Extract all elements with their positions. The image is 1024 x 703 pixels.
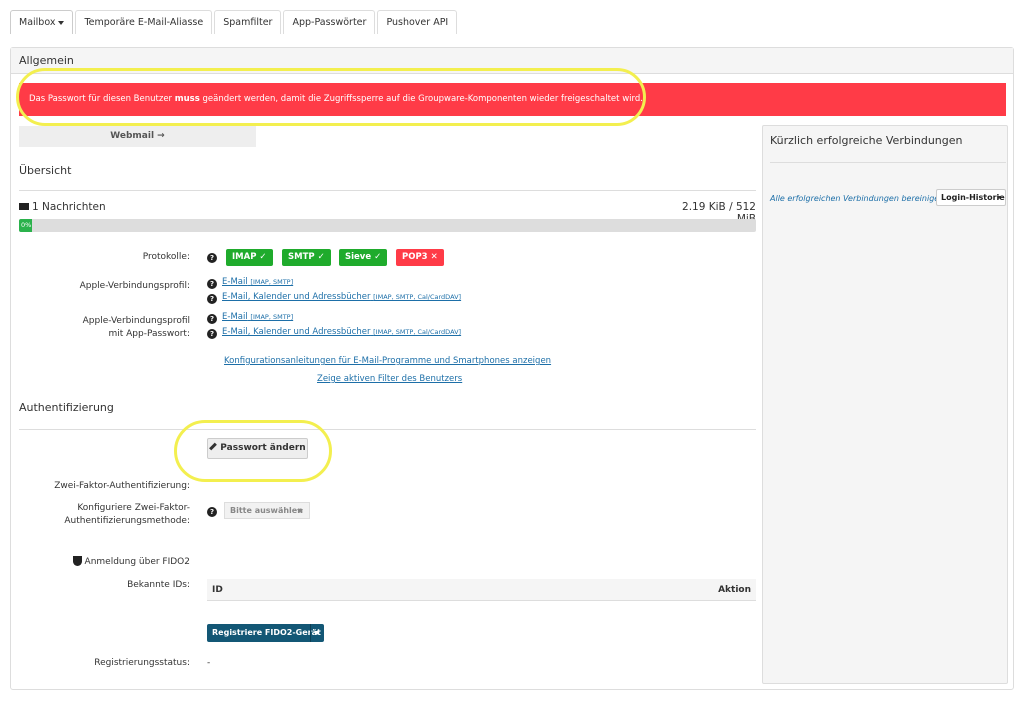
active-filter-link[interactable]: Zeige aktiven Filter des Benutzers: [317, 374, 462, 384]
apple-app-profile-label: Apple-Verbindungsprofil mit App-Passwort:: [83, 315, 190, 341]
help-icon[interactable]: ?: [207, 279, 217, 289]
auth-divider: [19, 429, 756, 430]
tab-app-passwords[interactable]: App-Passwörter: [283, 10, 376, 34]
check-icon: ✓: [259, 252, 267, 262]
twofa-config-label: Konfiguriere Zwei-Faktor- Authentifizieru…: [64, 502, 190, 528]
sidebar-title: Kürzlich erfolgreiche Verbindungen: [770, 134, 963, 147]
chevron-down-icon: [58, 20, 65, 25]
help-icon[interactable]: ?: [207, 294, 217, 304]
link-protocols: [IMAP, SMTP]: [250, 313, 294, 321]
quota-progress-label: 0%: [21, 221, 32, 229]
envelope-icon: [19, 202, 29, 210]
chevron-down-icon[interactable]: [314, 631, 320, 635]
tab-app-passwords-label: App-Passwörter: [292, 17, 367, 28]
protocol-badge-smtp: SMTP ✓: [282, 249, 331, 266]
protocol-name: POP3: [402, 252, 428, 262]
help-icon[interactable]: ?: [207, 253, 217, 263]
message-count: 1 Nachrichten: [19, 201, 106, 213]
link-text: E-Mail, Kalender und Adressbücher: [222, 292, 371, 302]
recent-connections-sidebar: Kürzlich erfolgreiche Verbindungen Alle …: [762, 125, 1008, 684]
apple-profile-label: Apple-Verbindungsprofil:: [79, 281, 190, 291]
fido-label: Anmeldung über FIDO2: [72, 555, 190, 569]
link-protocols: [IMAP, SMTP, Cal/CardDAV]: [373, 293, 462, 301]
link-protocols: [IMAP, SMTP, Cal/CardDAV]: [373, 328, 462, 336]
reg-status-value: -: [207, 658, 211, 668]
protocol-badge-imap: IMAP ✓: [226, 249, 273, 266]
chevron-down-icon: [297, 509, 303, 513]
twofa-method-select[interactable]: Bitte auswählen: [224, 502, 310, 519]
highlight-annotation-alert: [16, 68, 646, 126]
protocol-name: SMTP: [288, 252, 315, 262]
webmail-button[interactable]: Webmail →: [19, 126, 256, 147]
protocol-badge-sieve: Sieve ✓: [339, 249, 388, 266]
protocol-badge-pop3: POP3 ✕: [396, 249, 444, 266]
link-protocols: [IMAP, SMTP]: [250, 278, 294, 286]
apple-app-profile-label-line1: Apple-Verbindungsprofil: [82, 316, 190, 326]
clear-connections-link[interactable]: Alle erfolgreichen Verbindungen bereinig…: [770, 194, 944, 203]
split-divider: [310, 624, 311, 642]
overview-title: Übersicht: [19, 164, 72, 177]
apple-app-profile-label-line2: mit App-Passwort:: [108, 329, 190, 339]
col-header-action: Aktion: [718, 585, 751, 595]
twofa-config-label-line2: Authentifizierungsmethode:: [64, 516, 190, 526]
chevron-down-icon: [997, 196, 1001, 199]
apple-profile-email-link[interactable]: E-Mail [IMAP, SMTP]: [222, 277, 293, 287]
twofa-label: Zwei-Faktor-Authentifizierung:: [54, 481, 190, 491]
apple-profile-full-link[interactable]: E-Mail, Kalender und Adressbücher [IMAP,…: [222, 292, 461, 302]
help-icon[interactable]: ?: [207, 314, 217, 324]
help-icon[interactable]: ?: [207, 329, 217, 339]
reg-status-label: Registrierungsstatus:: [94, 658, 190, 668]
check-icon: ✓: [317, 252, 325, 262]
tab-temp-aliases-label: Temporäre E-Mail-Aliasse: [84, 17, 204, 28]
config-instructions-link[interactable]: Konfigurationsanleitungen für E-Mail-Pro…: [224, 356, 551, 366]
apple-app-profile-email-link[interactable]: E-Mail [IMAP, SMTP]: [222, 312, 293, 322]
help-icon[interactable]: ?: [207, 507, 217, 517]
twofa-select-value: Bitte auswählen: [230, 506, 303, 515]
tab-spamfilter-label: Spamfilter: [223, 17, 273, 28]
login-history-button[interactable]: Login-Historie: [936, 189, 1006, 206]
link-text: E-Mail, Kalender und Adressbücher: [222, 327, 371, 337]
quota-progress-bar: 0%: [19, 219, 756, 232]
tab-mailbox-label: Mailbox: [19, 17, 56, 28]
twofa-config-label-line1: Konfiguriere Zwei-Faktor-: [77, 503, 190, 513]
known-ids-table-header: ID Aktion: [207, 579, 756, 601]
close-icon: ✕: [430, 252, 438, 262]
quota-progress-fill: 0%: [19, 219, 33, 232]
shield-icon: [72, 555, 82, 566]
apple-app-profile-full-link[interactable]: E-Mail, Kalender und Adressbücher [IMAP,…: [222, 327, 461, 337]
known-ids-label: Bekannte IDs:: [127, 580, 190, 590]
tab-mailbox[interactable]: Mailbox: [10, 10, 74, 34]
auth-title: Authentifizierung: [19, 401, 114, 414]
tab-bar: Mailbox Temporäre E-Mail-Aliasse Spamfil…: [10, 10, 1014, 34]
col-header-id: ID: [212, 585, 223, 595]
login-history-label: Login-Historie: [941, 193, 1005, 202]
protocols-label: Protokolle:: [142, 252, 190, 262]
tab-spamfilter[interactable]: Spamfilter: [214, 10, 282, 34]
tab-pushover-api[interactable]: Pushover API: [377, 10, 458, 34]
tab-pushover-api-label: Pushover API: [386, 17, 449, 28]
protocol-name: IMAP: [232, 252, 257, 262]
protocol-name: Sieve: [345, 252, 372, 262]
general-panel: Allgemein Das Passwort für diesen Benutz…: [10, 47, 1014, 690]
highlight-annotation-button: [174, 420, 332, 482]
register-fido-label: Registriere FIDO2-Gerät: [212, 628, 321, 637]
fido-label-text: Anmeldung über FIDO2: [84, 557, 190, 567]
link-text: E-Mail: [222, 277, 248, 287]
message-count-text: 1 Nachrichten: [32, 201, 106, 213]
tab-temp-aliases[interactable]: Temporäre E-Mail-Aliasse: [75, 10, 213, 34]
overview-divider: [19, 190, 756, 191]
register-fido-button[interactable]: Registriere FIDO2-Gerät: [207, 624, 324, 642]
link-text: E-Mail: [222, 312, 248, 322]
sidebar-divider: [770, 162, 1006, 163]
check-icon: ✓: [374, 252, 382, 262]
